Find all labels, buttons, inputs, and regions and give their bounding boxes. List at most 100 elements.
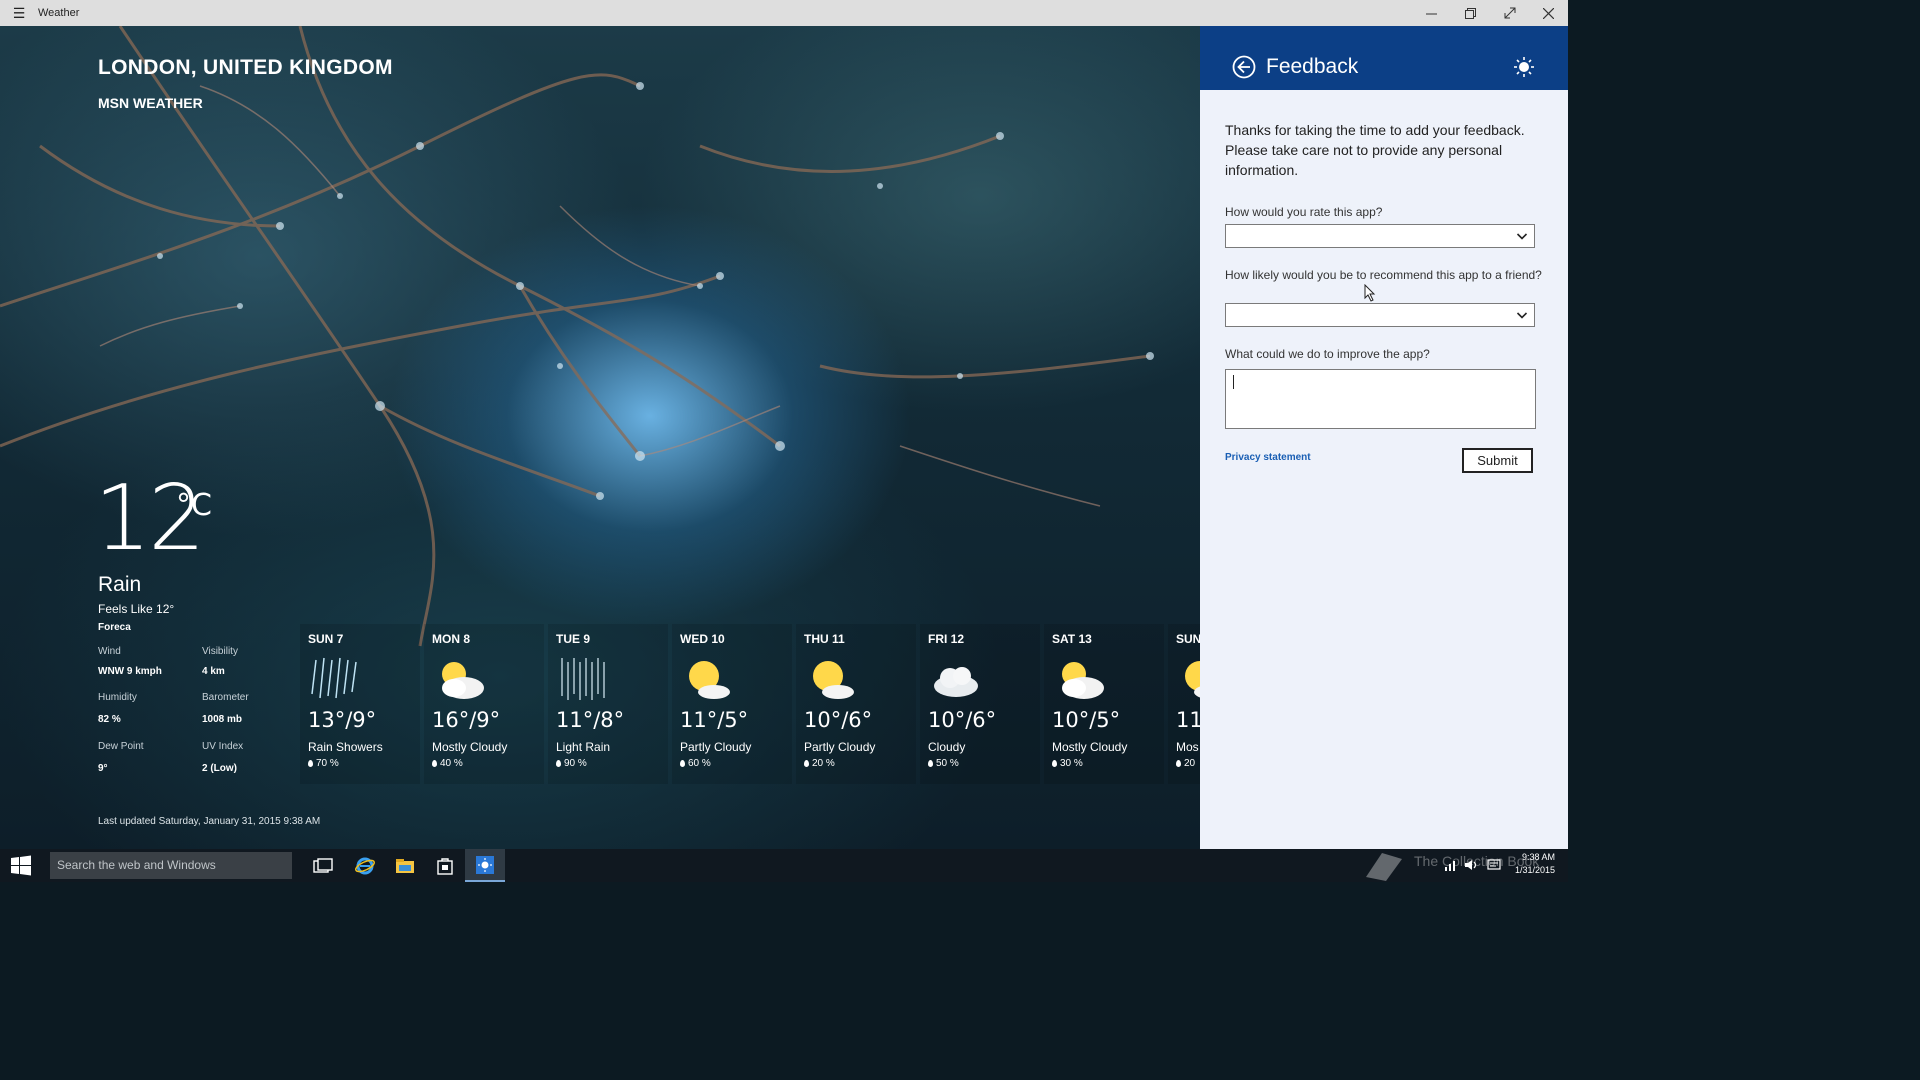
chevron-down-icon (1516, 312, 1528, 319)
wind-label: Wind (98, 646, 121, 657)
forecast-day[interactable]: FRI 12 10°/6° Cloudy 50 % (920, 624, 1040, 784)
light-rain-icon (561, 658, 605, 700)
forecast-day[interactable]: MON 8 16°/9° Mostly Cloudy 40 % (424, 624, 544, 784)
forecast-day-name: SAT 13 (1052, 632, 1092, 646)
precip-drop-icon (680, 760, 685, 767)
barometer-value: 1008 mb (202, 714, 243, 725)
forecast-day[interactable]: TUE 9 11°/8° Light Rain 90 % (548, 624, 668, 784)
forecast-temp: 11°/8° (556, 708, 625, 732)
humidity-value: 82 % (98, 714, 121, 725)
close-button[interactable] (1529, 0, 1568, 26)
task-view-icon[interactable] (303, 849, 343, 882)
forecast-day[interactable]: SUN 7 13°/9° Rain Showers 70 % (300, 624, 420, 784)
precip-drop-icon (1052, 760, 1057, 767)
dew-point-value: 9° (98, 763, 108, 774)
forecast-condition: Mostly Cloudy (1052, 740, 1128, 754)
forecast-precip: 30 % (1060, 758, 1083, 769)
forecast-precip: 50 % (936, 758, 959, 769)
uv-index-label: UV Index (202, 741, 244, 752)
clock-date: 1/31/2015 (1514, 865, 1555, 875)
taskbar: Search the web and Windows (0, 849, 1568, 882)
windows-start-icon[interactable] (0, 849, 42, 882)
forecast-temp: 10°/6° (928, 708, 997, 732)
file-explorer-icon[interactable] (385, 849, 425, 882)
forecast-temp: 11 (1176, 708, 1200, 732)
forecast-precip: 70 % (316, 758, 339, 769)
rating-dropdown[interactable] (1225, 224, 1535, 248)
forecast-condition: Mostly Cloudy (432, 740, 508, 754)
location-title: LONDON, UNITED KINGDOM (98, 56, 393, 79)
dew-point-label: Dew Point (98, 741, 144, 752)
mouse-cursor-icon (1364, 284, 1376, 302)
taskbar-clock[interactable]: 9:38 AM 1/31/2015 (1510, 851, 1555, 877)
submit-button[interactable]: Submit (1462, 448, 1533, 473)
precip-drop-icon (804, 760, 809, 767)
window-title: Weather (38, 7, 80, 19)
minimize-button[interactable] (1412, 0, 1451, 26)
text-caret (1233, 375, 1234, 389)
forecast-day-name: SUN 7 (308, 632, 344, 646)
precip-drop-icon (928, 760, 933, 767)
hamburger-menu-icon[interactable]: ☰ (0, 5, 38, 22)
data-provider: Foreca (98, 622, 131, 633)
weather-app-taskbar-icon[interactable] (465, 849, 505, 882)
current-condition: Rain (98, 573, 142, 596)
uv-index-value: 2 (Low) (202, 763, 237, 774)
forecast-temp: 16°/9° (432, 708, 501, 732)
last-updated: Last updated Saturday, January 31, 2015 … (98, 816, 321, 827)
partly-cloudy-icon (1185, 661, 1200, 698)
forecast-temp: 13°/9° (308, 708, 377, 732)
recommend-dropdown[interactable] (1225, 303, 1535, 327)
chevron-down-icon (1516, 233, 1528, 240)
forecast-day-name: SUN (1176, 632, 1200, 646)
fullscreen-button[interactable] (1490, 0, 1529, 26)
forecast-day-name: FRI 12 (928, 632, 965, 646)
precip-drop-icon (308, 760, 313, 767)
restore-button[interactable] (1451, 0, 1490, 26)
cloudy-icon (934, 667, 978, 697)
precip-drop-icon (556, 760, 561, 767)
forecast-precip: 40 % (440, 758, 463, 769)
forecast-condition: Rain Showers (308, 740, 383, 754)
feedback-intro: Thanks for taking the time to add your f… (1225, 122, 1525, 178)
forecast-precip: 20 % (812, 758, 835, 769)
back-arrow-icon[interactable] (1232, 55, 1256, 79)
forecast-day[interactable]: WED 10 11°/5° Partly Cloudy 60 % (672, 624, 792, 784)
temperature-unit: °C (176, 488, 212, 523)
forecast-day[interactable]: SUN 11 Mos 20 (1168, 624, 1200, 784)
provider-brand: MSN WEATHER (98, 95, 203, 111)
forecast-condition: Cloudy (928, 740, 966, 754)
wind-value: WNW 9 kmph (98, 666, 162, 677)
taskbar-search-box[interactable]: Search the web and Windows (50, 852, 292, 879)
forecast-day[interactable]: SAT 13 10°/5° Mostly Cloudy 30 % (1044, 624, 1164, 784)
partly-cloudy-icon (689, 661, 730, 699)
internet-explorer-icon[interactable] (345, 849, 385, 882)
feels-like: Feels Like 12° (98, 602, 175, 616)
forecast-day[interactable]: THU 11 10°/6° Partly Cloudy 20 % (796, 624, 916, 784)
mostly-cloudy-icon (442, 662, 484, 699)
forecast-precip: 60 % (688, 758, 711, 769)
forecast-condition: Partly Cloudy (680, 740, 752, 754)
forecast-day-name: WED 10 (680, 632, 725, 646)
rating-question: How would you rate this app? (1225, 205, 1383, 219)
clock-time: 9:38 AM (1521, 852, 1555, 862)
feedback-title: Feedback (1266, 55, 1359, 78)
privacy-statement-link[interactable]: Privacy statement (1225, 452, 1311, 463)
feedback-header: Feedback (1200, 26, 1568, 90)
visibility-value: 4 km (202, 666, 225, 677)
forecast-day-name: TUE 9 (556, 632, 591, 646)
rain-showers-icon (311, 657, 357, 699)
improve-textarea[interactable] (1225, 369, 1536, 429)
title-bar: ☰ Weather (0, 0, 1568, 26)
forecast-precip: 90 % (564, 758, 587, 769)
forecast-temp: 10°/6° (804, 708, 873, 732)
barometer-label: Barometer (202, 692, 249, 703)
forecast-condition: Partly Cloudy (804, 740, 876, 754)
feedback-panel: Feedback Thanks for taking the time to a… (1200, 26, 1568, 849)
store-icon[interactable] (425, 849, 465, 882)
precip-drop-icon (1176, 760, 1181, 767)
forecast-precip: 20 (1184, 758, 1196, 769)
humidity-label: Humidity (98, 692, 137, 703)
recommend-question: How likely would you be to recommend thi… (1225, 268, 1542, 282)
watermark-book-icon (1366, 853, 1402, 881)
